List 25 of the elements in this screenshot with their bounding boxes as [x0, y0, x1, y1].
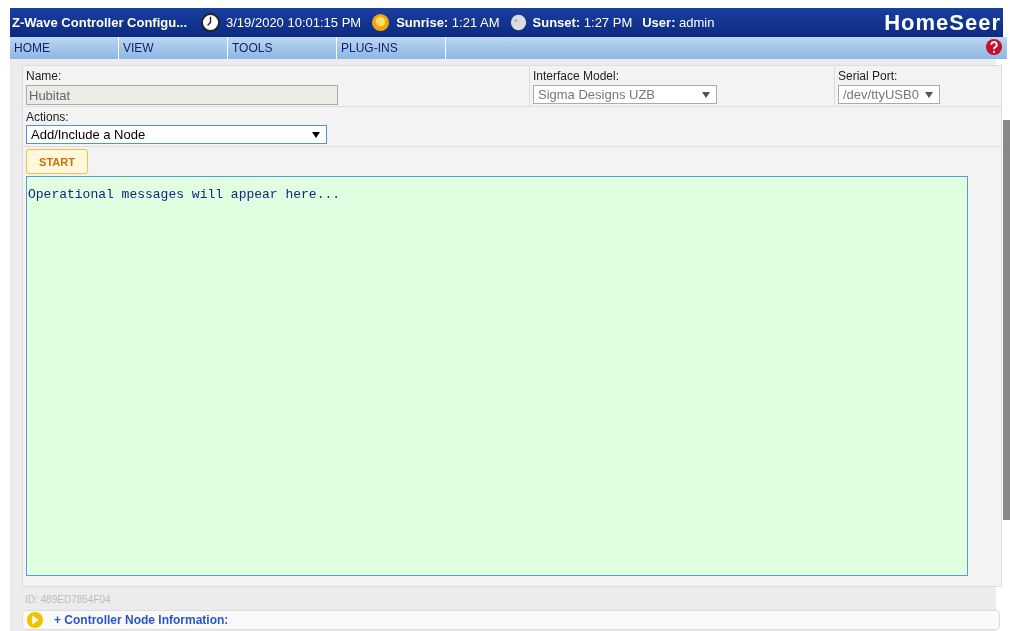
sunrise-text: Sunrise: 1:21 AM	[396, 15, 500, 30]
name-field[interactable]: Hubitat	[26, 85, 338, 105]
clock-icon	[201, 13, 220, 32]
caret-icon	[312, 132, 320, 138]
caret-icon	[925, 92, 933, 98]
log-message: Operational messages will appear here...	[28, 187, 341, 202]
name-label: Name:	[26, 69, 63, 83]
interface-model-label: Interface Model:	[533, 69, 621, 83]
scrollbar[interactable]	[1003, 120, 1010, 520]
sunset-text: Sunset: 1:27 PM	[532, 15, 633, 30]
section-link[interactable]: + Controller Node Information:	[54, 613, 229, 627]
actions-label: Actions:	[26, 110, 70, 124]
sun-icon	[371, 13, 391, 32]
page-title: Z-Wave Controller Configu...	[12, 15, 187, 30]
serial-port-label: Serial Port:	[838, 69, 899, 83]
interface-model-dropdown[interactable]: Sigma Designs UZB	[533, 85, 717, 104]
actions-dropdown[interactable]: Add/Include a Node	[26, 125, 327, 144]
play-icon[interactable]	[26, 611, 44, 629]
help-icon[interactable]	[985, 38, 1003, 56]
serial-port-dropdown[interactable]: /dev/ttyUSB0	[838, 85, 940, 104]
date-time: 3/19/2020 10:01:15 PM	[226, 15, 362, 30]
moon-icon	[509, 14, 527, 31]
caret-icon	[702, 92, 710, 98]
logo: HomeSeer	[884, 9, 1002, 36]
user-text: User: admin	[642, 15, 715, 30]
